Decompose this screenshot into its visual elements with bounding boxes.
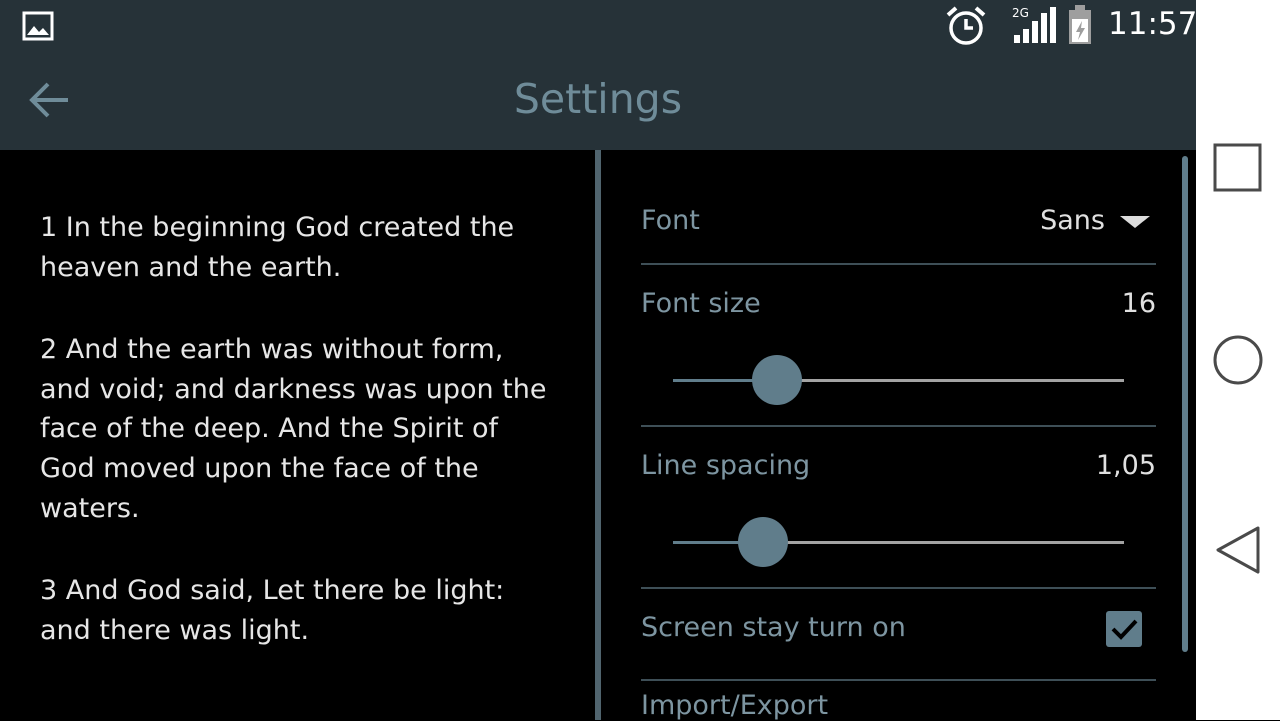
font-size-label: Font size xyxy=(641,288,761,319)
font-size-value: 16 xyxy=(1121,288,1156,319)
checkmark-icon xyxy=(1111,619,1138,640)
image-icon xyxy=(22,11,54,41)
dropdown-arrow-icon[interactable] xyxy=(1120,216,1150,228)
slider-thumb[interactable] xyxy=(738,517,788,567)
signal-icon: 2G xyxy=(1012,6,1056,43)
circle-home-icon xyxy=(1213,335,1263,385)
status-bar: 2G 11:57 xyxy=(0,0,1198,50)
divider xyxy=(641,679,1156,681)
triangle-back-icon xyxy=(1216,526,1260,574)
system-back-button[interactable] xyxy=(1196,508,1280,592)
font-label: Font xyxy=(641,205,700,236)
line-spacing-label: Line spacing xyxy=(641,450,811,481)
line-spacing-value: 1,05 xyxy=(1095,450,1156,481)
reader-preview: 1 In the beginning God created the heave… xyxy=(40,208,560,693)
verse-1: 1 In the beginning God created the heave… xyxy=(40,212,515,283)
font-value[interactable]: Sans xyxy=(1040,205,1105,236)
app-bar: Settings xyxy=(0,50,1196,150)
alarm-icon xyxy=(946,6,986,45)
font-size-slider[interactable] xyxy=(673,355,1124,405)
verse-3: 3 And God said, Let there be light: and … xyxy=(40,575,505,646)
slider-thumb[interactable] xyxy=(752,355,802,405)
content-area: 1 In the beginning God created the heave… xyxy=(0,150,1196,721)
scrollbar[interactable] xyxy=(1182,156,1188,652)
verse-2: 2 And the earth was without form, and vo… xyxy=(40,334,547,524)
pane-divider xyxy=(595,150,601,720)
settings-panel: Font Sans Font size 16 Line spacing 1,05… xyxy=(641,150,1156,721)
divider xyxy=(641,587,1156,589)
divider xyxy=(641,425,1156,427)
square-recent-icon xyxy=(1213,143,1262,192)
import-export-item[interactable]: Import/Export xyxy=(641,690,828,721)
recent-apps-button[interactable] xyxy=(1196,126,1280,210)
battery-charging-icon xyxy=(1069,5,1091,44)
network-type-label: 2G xyxy=(1012,6,1029,20)
clock: 11:57 xyxy=(1108,6,1198,42)
divider xyxy=(641,263,1156,265)
home-button[interactable] xyxy=(1196,318,1280,402)
line-spacing-slider[interactable] xyxy=(673,517,1124,567)
screen-on-checkbox[interactable] xyxy=(1106,611,1142,647)
screen-on-label: Screen stay turn on xyxy=(641,612,906,643)
navigation-bar xyxy=(1196,0,1280,720)
page-title: Settings xyxy=(513,75,683,123)
